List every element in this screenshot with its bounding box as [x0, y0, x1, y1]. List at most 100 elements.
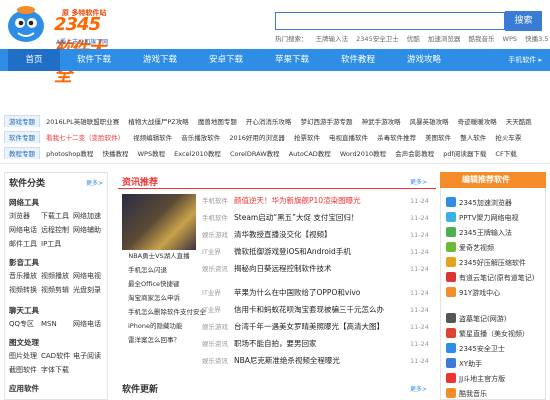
news-item[interactable]: 娱乐资讯 揭秘向日葵远程控制软件技术 11-24	[202, 263, 429, 274]
hot-search-link[interactable]: 加速浏览器	[428, 35, 461, 43]
topic-link[interactable]: 魔兽地图专题	[198, 118, 237, 126]
news-title[interactable]: Steam启动“黑五”大促 支付宝回归！	[234, 212, 410, 223]
category-link[interactable]: MSN	[41, 320, 73, 328]
nav-home[interactable]: 首页	[8, 49, 60, 71]
category-link[interactable]: 视频转换	[9, 285, 41, 295]
hot-search-link[interactable]: 快播3.5	[525, 35, 548, 43]
news-title[interactable]: 揭秘向日葵远程控制软件技术	[234, 263, 410, 274]
category-link[interactable]: 网络电视	[73, 271, 105, 281]
topic-label[interactable]: 教程专题	[4, 147, 40, 159]
editor-pick-item[interactable]: 盗墓笔记(网游)	[446, 313, 506, 324]
topic-link[interactable]: 整人软件	[460, 134, 486, 142]
topic-link[interactable]: 音乐播放软件	[181, 134, 220, 142]
category-link[interactable]: 网络辅助	[73, 225, 105, 235]
app-name[interactable]: 繁星直播（美女视频）	[459, 330, 529, 338]
search-input[interactable]	[275, 12, 505, 30]
news-item[interactable]: IT业界 信用卡和蚂蚁花呗淘宝套现被骗三千元怎么办 11-24	[202, 304, 429, 315]
editor-pick-item[interactable]: 有道云笔记(原有道笔记)	[446, 272, 534, 283]
nav-software-download[interactable]: 软件下载	[62, 49, 126, 71]
quick-link[interactable]: iPhone的隐藏功能	[128, 320, 182, 330]
topic-link[interactable]: 抢票软件	[294, 134, 320, 142]
topic-link[interactable]: CorelDRAW教程	[230, 150, 280, 158]
site-logo[interactable]: 原 多特软件站 2345软件大全 A股上市公司旗下网站	[4, 4, 114, 86]
topic-link[interactable]: Word2010教程	[340, 150, 386, 158]
featured-news-photo[interactable]	[122, 194, 196, 250]
category-link[interactable]: 远程控制	[41, 225, 73, 235]
news-title[interactable]: NBA尼克斯准绝杀视频全程曝光	[234, 355, 410, 366]
hot-search-link[interactable]: 优酷	[407, 35, 420, 43]
quick-link[interactable]: 雷洋案怎么回事？	[128, 334, 180, 344]
category-group-title[interactable]: 聊天工具	[9, 305, 39, 316]
category-link[interactable]: 下载工具	[41, 211, 73, 221]
category-link[interactable]: 视频播放	[41, 271, 73, 281]
topic-link[interactable]: CF下载	[495, 150, 516, 158]
nav-mobile-software[interactable]: 手机软件 ▸	[508, 49, 542, 71]
topic-link[interactable]: 天天酷跑	[506, 118, 532, 126]
topic-link[interactable]: 梦幻西游手游专题	[300, 118, 352, 126]
topic-link[interactable]: AutoCAD教程	[289, 150, 331, 158]
nav-android-download[interactable]: 安卓下载	[194, 49, 258, 71]
category-link[interactable]: 网络电话	[73, 319, 105, 329]
category-link[interactable]: 邮件工具	[9, 239, 41, 249]
app-name[interactable]: 酷我音乐	[459, 390, 487, 398]
topic-link[interactable]: WPS教程	[138, 150, 165, 158]
news-title[interactable]: 台湾千年一遇美女罗晴美照曝光【高清大图】	[234, 321, 410, 332]
topic-link[interactable]: 2016好用的浏览器	[229, 134, 285, 142]
category-more-link[interactable]: 更多>	[86, 178, 103, 187]
news-title[interactable]: 微软抵御游戏登iOS和Android手机	[234, 246, 410, 257]
category-link[interactable]: CAD软件	[41, 351, 73, 361]
app-name[interactable]: JJ斗地主官方版	[459, 375, 505, 383]
category-group-title[interactable]: 影音工具	[9, 257, 39, 268]
news-item[interactable]: 娱乐资讯 NBA尼克斯准绝杀视频全程曝光 11-24	[202, 355, 429, 366]
app-name[interactable]: PPTV聚力网络电视	[459, 214, 519, 222]
topic-link[interactable]: 杀毒软件推荐	[377, 134, 416, 142]
editor-pick-item[interactable]: 2345好压解压缩软件	[446, 257, 526, 268]
topic-link[interactable]: 奇迹暖暖攻略	[458, 118, 497, 126]
news-item[interactable]: 手机软件 Steam启动“黑五”大促 支付宝回归！ 11-24	[202, 212, 429, 223]
category-link[interactable]: 浏览器	[9, 211, 41, 221]
topic-link[interactable]: 开心消消乐攻略	[246, 118, 292, 126]
topic-link[interactable]: 植物大战僵尸PZ攻略	[128, 118, 188, 126]
hot-search-link[interactable]: 2345安全卫士	[356, 35, 399, 43]
editor-pick-item[interactable]: 2345安全卫士	[446, 343, 505, 354]
category-link[interactable]: 字体下载	[41, 365, 73, 375]
news-title[interactable]: 职场不能自拍，要男回家	[234, 338, 410, 349]
editor-pick-item[interactable]: 91Y游戏中心	[446, 287, 500, 298]
category-group-title[interactable]: 应用软件	[9, 383, 39, 394]
featured-news-caption[interactable]: NBA勇士VS湖人直播	[122, 250, 196, 260]
software-update-more-link[interactable]: 更多>	[410, 384, 427, 393]
editor-pick-item[interactable]: JJ斗地主官方版	[446, 373, 505, 384]
app-name[interactable]: 2345安全卫士	[459, 345, 505, 353]
app-name[interactable]: 爱奇艺视频	[459, 244, 494, 252]
app-name[interactable]: 2345好压解压缩软件	[459, 259, 526, 267]
news-item[interactable]: 娱乐游戏 台湾千年一遇美女罗晴美照曝光【高清大图】 11-24	[202, 321, 429, 332]
news-item[interactable]: IT业界 微软抵御游戏登iOS和Android手机 11-24	[202, 246, 429, 257]
category-link[interactable]: 视频剪辑	[41, 285, 73, 295]
topic-link[interactable]: 电视直播软件	[329, 134, 368, 142]
news-title[interactable]: 清华教授直播没交化【视频】	[234, 229, 410, 240]
category-link[interactable]: 网络加速	[73, 211, 105, 221]
nav-software-tutorial[interactable]: 软件教程	[326, 49, 390, 71]
news-title[interactable]: 颜值逆天！华为新旗舰P10渲染图曝光	[234, 195, 410, 206]
topic-link[interactable]: photoshop教程	[46, 150, 93, 158]
category-group-title[interactable]: 网络工具	[9, 197, 39, 208]
quick-link[interactable]: 手机怎么删除软件支付安全	[128, 306, 206, 316]
topic-link[interactable]: Excel2010教程	[174, 150, 221, 158]
topic-link[interactable]: 会声会影教程	[395, 150, 434, 158]
topic-link[interactable]: 看我七十二变（变脸软件）	[46, 134, 124, 142]
news-item[interactable]: 娱乐游戏 清华教授直播没交化【视频】 11-24	[202, 229, 429, 240]
topic-link[interactable]: 视频编辑软件	[133, 134, 172, 142]
hot-search-link[interactable]: 王牌输入法	[316, 35, 349, 43]
topic-link[interactable]: 美图软件	[425, 134, 451, 142]
topic-link[interactable]: 快播教程	[103, 150, 129, 158]
search-button[interactable]: 搜索	[505, 11, 542, 31]
news-title[interactable]: 苹果为什么在中国败给了OPPO和vivo	[234, 287, 410, 298]
topic-label[interactable]: 软件专题	[4, 131, 40, 143]
app-name[interactable]: 有道云笔记(原有道笔记)	[459, 274, 534, 282]
topic-label[interactable]: 游戏专题	[4, 115, 40, 127]
quick-link[interactable]: 淘宝商家怎么申诉	[128, 292, 180, 302]
nav-game-download[interactable]: 游戏下载	[128, 49, 192, 71]
topic-link[interactable]: 风暴英雄攻略	[410, 118, 449, 126]
nav-game-guide[interactable]: 游戏攻略	[392, 49, 456, 71]
category-link[interactable]: 电子阅读	[73, 351, 105, 361]
